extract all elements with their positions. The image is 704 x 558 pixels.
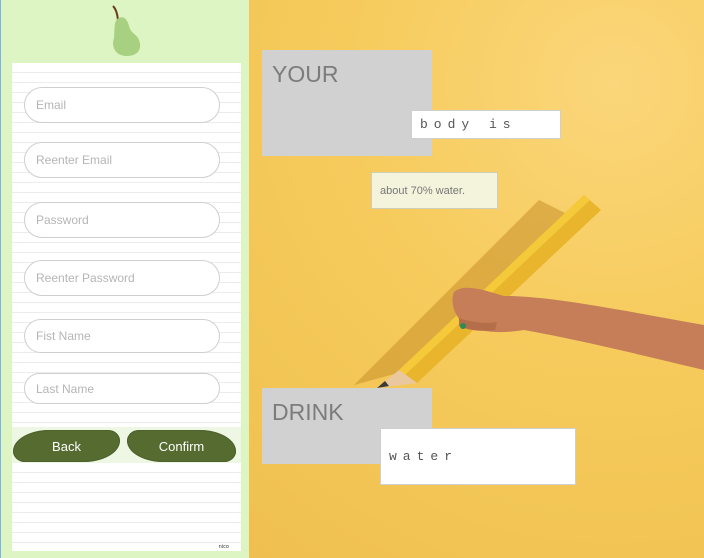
watermark: nico [218,544,229,550]
first-name-placeholder: Fist Name [36,329,91,343]
reenter-email-placeholder: Reenter Email [36,153,113,167]
water-note: about 70% water. [371,172,498,209]
tag-water: water [380,428,576,485]
tag-body-is: body is [411,110,561,139]
form-actions: Back Confirm [12,427,241,463]
password-placeholder: Password [36,213,89,227]
password-field[interactable]: Password [24,202,220,238]
last-name-field[interactable]: Last Name [24,373,220,404]
hero-image: YOUR body is about 70% water. DRINK wate… [249,0,704,558]
reenter-email-field[interactable]: Reenter Email [24,142,220,178]
registration-form: Email Reenter Email Password Reenter Pas… [12,63,241,551]
back-button[interactable]: Back [13,430,120,462]
email-field[interactable]: Email [24,87,220,123]
registration-sidebar: Email Reenter Email Password Reenter Pas… [0,0,249,558]
first-name-field[interactable]: Fist Name [24,319,220,353]
heading-drink-text: DRINK [272,399,344,425]
last-name-placeholder: Last Name [36,381,95,396]
heading-your: YOUR [262,50,432,156]
reenter-password-field[interactable]: Reenter Password [24,260,220,296]
pear-icon [112,5,141,56]
confirm-button[interactable]: Confirm [127,430,236,462]
heading-your-text: YOUR [272,61,339,87]
email-placeholder: Email [36,98,67,112]
reenter-password-placeholder: Reenter Password [36,271,135,285]
